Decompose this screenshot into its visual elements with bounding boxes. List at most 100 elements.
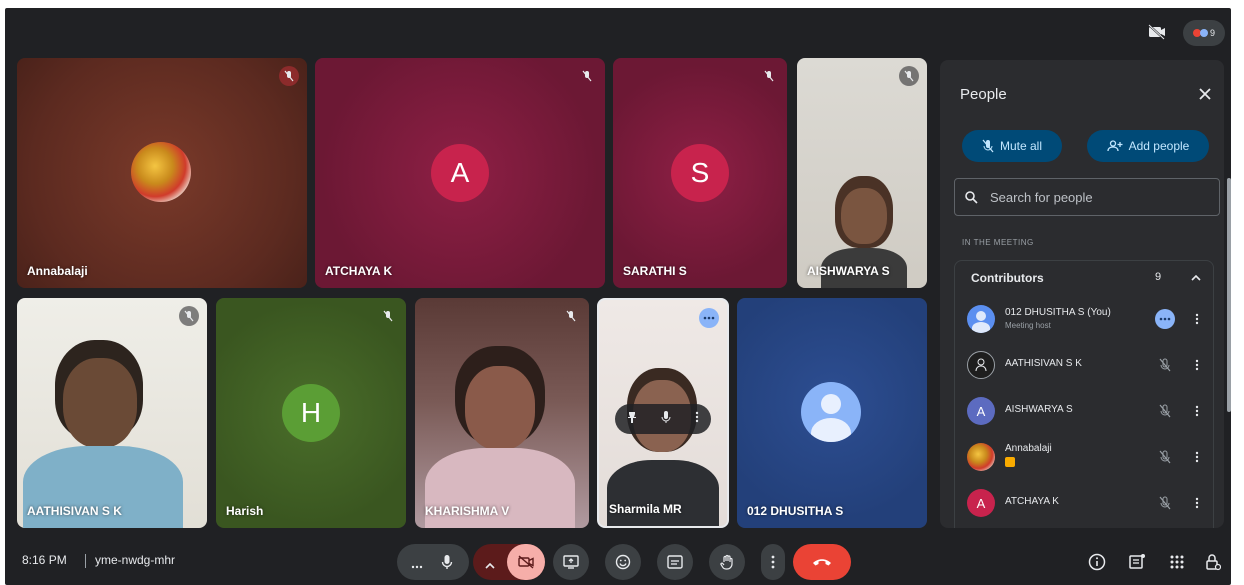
panel-scrollbar[interactable] [1227, 178, 1231, 412]
participant-name: KHARISHMA V [425, 504, 510, 518]
participant-name: Harish [226, 504, 264, 518]
video-control-group [473, 544, 545, 580]
participant-row[interactable]: A AISHWARYA S [965, 391, 1210, 431]
pin-icon[interactable] [627, 410, 637, 428]
more-audio-options-icon[interactable] [411, 556, 423, 574]
avatar: A [967, 489, 995, 517]
end-call-icon [813, 559, 831, 566]
mute-all-label: Mute all [999, 139, 1043, 153]
participant-name: AISHWARYA S [807, 264, 890, 278]
mic-off-icon [279, 66, 299, 86]
participant-name: ATCHAYA K [1005, 496, 1059, 507]
activities-icon[interactable] [1165, 550, 1189, 574]
participant-name: SARATHI S [623, 264, 687, 278]
present-button[interactable] [553, 544, 589, 580]
more-vertical-icon [771, 555, 775, 569]
present-icon [563, 555, 579, 569]
meet-window: 9 Annabalaji A ATCHAYA K S SARATHI S AIS… [5, 8, 1231, 585]
participants-pill[interactable]: 9 [1183, 20, 1225, 46]
more-options-icon[interactable] [1191, 401, 1203, 421]
more-icon[interactable] [1155, 309, 1175, 329]
panel-title: People [960, 86, 1007, 103]
emoji-icon [615, 554, 631, 570]
participant-row[interactable]: Annabalaji [965, 437, 1210, 477]
participant-tile[interactable]: S SARATHI S [613, 58, 787, 288]
participant-tile[interactable]: KHARISHMA V [415, 298, 589, 528]
badge-icon [1005, 457, 1015, 467]
avatar [967, 305, 995, 333]
meeting-code: yme-nwdg-mhr [95, 553, 176, 567]
mic-off-icon [1155, 401, 1175, 421]
mic-off-icon [561, 306, 581, 326]
mic-off-icon [1155, 493, 1175, 513]
divider [85, 554, 86, 568]
more-options-icon[interactable] [1191, 309, 1203, 329]
participant-name: 012 DHUSITHA S (You) [1005, 307, 1111, 318]
participant-row[interactable]: AATHISIVAN S K [965, 345, 1210, 385]
chat-icon[interactable] [1125, 550, 1149, 574]
participant-tile[interactable]: H Harish [216, 298, 406, 528]
add-person-icon [1106, 140, 1123, 152]
more-options-icon[interactable] [1191, 355, 1203, 375]
avatar [967, 443, 995, 471]
mic-off-icon [577, 66, 597, 86]
mute-all-button[interactable]: Mute all [962, 130, 1062, 162]
participant-count: 9 [1209, 28, 1215, 38]
host-controls-lock-icon[interactable] [1201, 550, 1225, 574]
raise-hand-button[interactable] [709, 544, 745, 580]
mic-off-icon [1155, 355, 1175, 375]
participant-name: AISHWARYA S [1005, 404, 1073, 415]
participant-tile[interactable]: AISHWARYA S [797, 58, 927, 288]
captions-button[interactable] [657, 544, 693, 580]
mic-off-icon [899, 66, 919, 86]
emoji-button[interactable] [605, 544, 641, 580]
avatar: A [967, 397, 995, 425]
add-people-label: Add people [1128, 139, 1190, 153]
participant-video [841, 188, 887, 244]
more-options-icon[interactable] [1191, 447, 1203, 467]
hand-icon [720, 554, 733, 570]
leave-call-button[interactable] [793, 544, 851, 580]
more-options-icon[interactable] [695, 410, 699, 428]
section-label: IN THE MEETING [962, 238, 1034, 247]
participant-name: AATHISIVAN S K [27, 504, 122, 518]
default-avatar-icon [801, 382, 861, 442]
participant-row[interactable]: 012 DHUSITHA S (You) Meeting host [965, 299, 1210, 339]
search-input[interactable] [990, 189, 1190, 205]
participant-tile[interactable]: Annabalaji [17, 58, 307, 288]
more-options-button[interactable] [761, 544, 785, 580]
people-panel: People Mute all Add people IN THE MEETIN… [940, 60, 1224, 528]
contributors-group: Contributors 9 012 DHUSITHA S (You) Meet… [954, 260, 1214, 528]
participant-tile[interactable]: AATHISIVAN S K [17, 298, 207, 528]
participant-name: ATCHAYA K [325, 264, 393, 278]
participant-name: 012 DHUSITHA S [747, 504, 844, 518]
participant-name: Annabalaji [27, 264, 88, 278]
participant-name: Annabalaji [1005, 443, 1052, 454]
participant-name: Sharmila MR [609, 502, 682, 516]
participant-tile[interactable]: 012 DHUSITHA S [737, 298, 927, 528]
mic-icon[interactable] [441, 554, 453, 575]
chevron-up-icon[interactable] [1187, 269, 1205, 287]
add-people-button[interactable]: Add people [1087, 130, 1209, 162]
mic-icon[interactable] [661, 410, 671, 429]
audio-control-group [397, 544, 469, 580]
camera-off-button[interactable] [507, 544, 545, 580]
contributors-label: Contributors [971, 271, 1044, 285]
participant-tile[interactable]: A ATCHAYA K [315, 58, 605, 288]
close-icon[interactable] [1195, 84, 1215, 104]
participant-role: Meeting host [1005, 321, 1051, 330]
info-icon[interactable] [1085, 550, 1109, 574]
participant-video [63, 358, 137, 448]
mic-off-icon [1155, 447, 1175, 467]
avatar: A [431, 144, 489, 202]
tile-hover-controls [615, 404, 711, 434]
more-icon[interactable] [699, 308, 719, 328]
participant-row[interactable]: A ATCHAYA K [965, 483, 1210, 523]
self-view-camera-off-icon[interactable] [1145, 20, 1169, 44]
more-options-icon[interactable] [1191, 493, 1203, 513]
avatar-dot [1199, 29, 1208, 37]
search-field[interactable] [954, 178, 1220, 216]
self-view-tile[interactable]: Sharmila MR [597, 298, 729, 528]
chevron-up-icon[interactable] [485, 556, 495, 574]
avatar [967, 351, 995, 379]
